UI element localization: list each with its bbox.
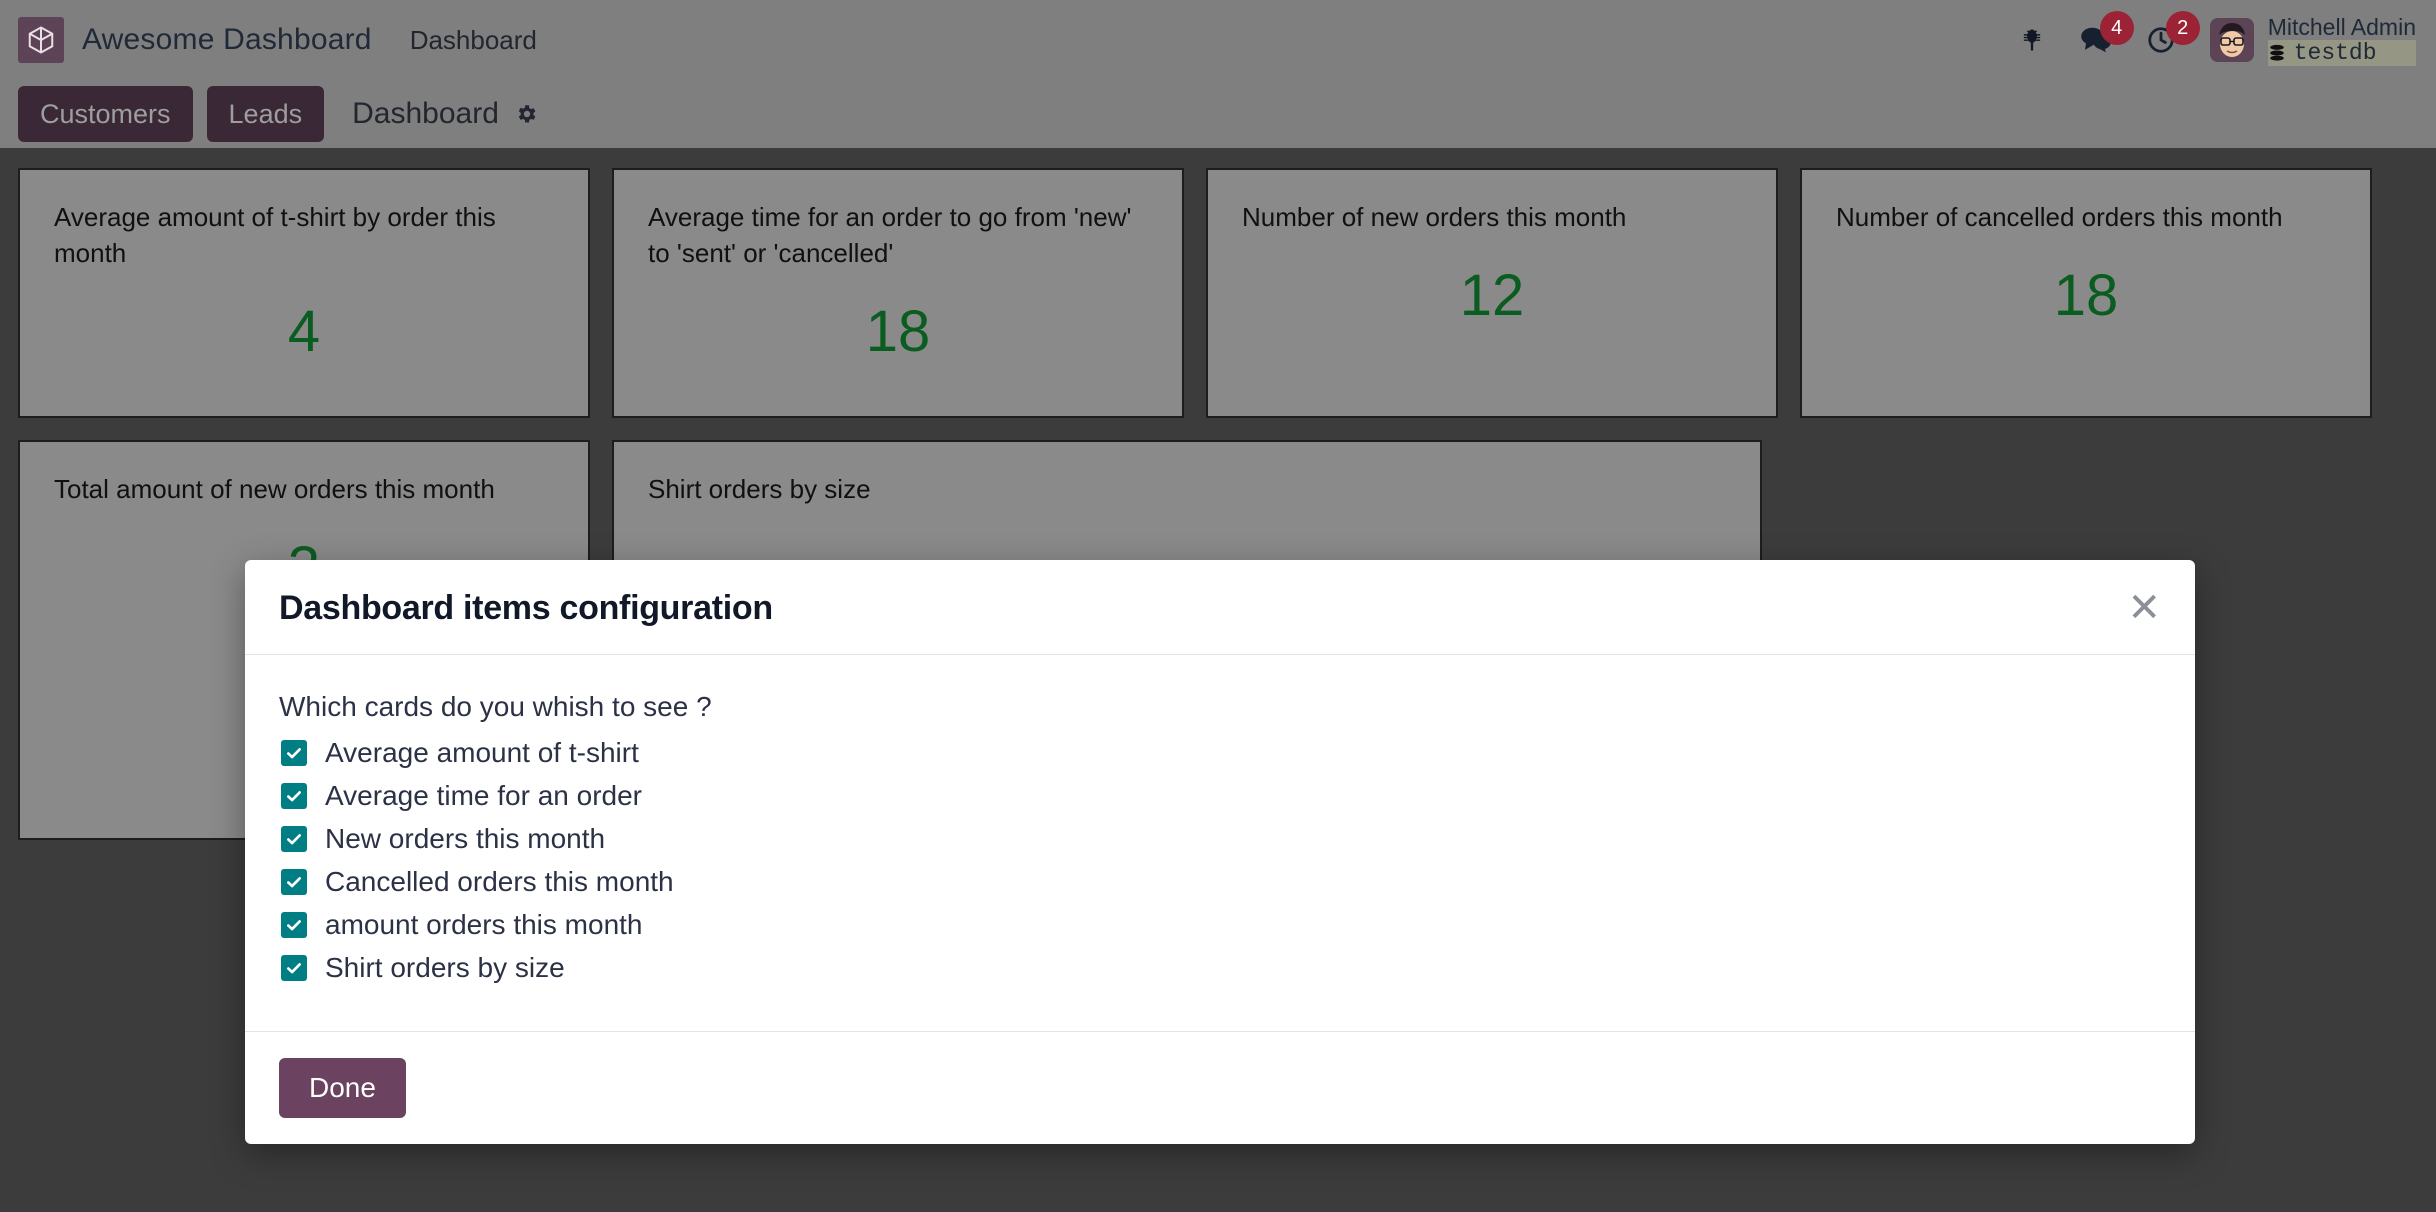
card-value: 4 bbox=[287, 298, 321, 364]
card-title: Average time for an order to go from 'ne… bbox=[648, 202, 1132, 268]
option-row[interactable]: Average time for an order bbox=[281, 780, 2161, 812]
dashboard-card[interactable]: Number of new orders this month 12 bbox=[1206, 168, 1778, 418]
modal-title: Dashboard items configuration bbox=[279, 588, 773, 627]
card-title: Average amount of t-shirt by order this … bbox=[54, 202, 496, 268]
option-row[interactable]: New orders this month bbox=[281, 823, 2161, 855]
activities-badge: 2 bbox=[2165, 11, 2200, 45]
option-label: Cancelled orders this month bbox=[325, 866, 674, 897]
dashboard-card[interactable]: Average time for an order to go from 'ne… bbox=[612, 168, 1184, 418]
card-value: 18 bbox=[865, 298, 931, 364]
checkbox-checked-icon[interactable] bbox=[281, 869, 307, 895]
card-title: Total amount of new orders this month bbox=[54, 474, 495, 504]
page-title: Dashboard bbox=[352, 97, 499, 130]
dashboard-items-configuration-dialog: Dashboard items configuration ✕ Which ca… bbox=[245, 560, 2195, 1144]
database-indicator: testdb bbox=[2267, 40, 2416, 67]
checkbox-checked-icon[interactable] bbox=[281, 955, 307, 981]
messages-badge: 4 bbox=[2099, 11, 2134, 45]
close-icon[interactable]: ✕ bbox=[2127, 588, 2161, 628]
user-menu[interactable]: Mitchell Admin testdb bbox=[2209, 13, 2416, 67]
database-name: testdb bbox=[2293, 40, 2377, 66]
option-label: Shirt orders by size bbox=[325, 952, 565, 983]
navbar-right-group: 4 2 Mitchell Admin testdb bbox=[2018, 11, 2416, 67]
checkbox-checked-icon[interactable] bbox=[281, 826, 307, 852]
control-panel: Customers Leads Dashboard bbox=[0, 80, 2436, 148]
modal-header: Dashboard items configuration ✕ bbox=[245, 560, 2195, 655]
option-label: Average amount of t-shirt bbox=[325, 737, 639, 768]
card-title: Number of new orders this month bbox=[1242, 202, 1627, 232]
messages-icon-button[interactable]: 4 bbox=[2080, 11, 2134, 55]
question-label: Which cards do you whish to see ? bbox=[279, 691, 712, 722]
user-info: Mitchell Admin testdb bbox=[2267, 13, 2416, 67]
dashboard-card[interactable]: Average amount of t-shirt by order this … bbox=[18, 168, 590, 418]
dashboard-card[interactable]: Number of cancelled orders this month 18 bbox=[1800, 168, 2372, 418]
top-navbar: Awesome Dashboard Dashboard 4 2 Mitchell… bbox=[0, 0, 2436, 80]
checkbox-checked-icon[interactable] bbox=[281, 912, 307, 938]
card-value: 18 bbox=[2053, 262, 2119, 328]
option-row[interactable]: amount orders this month bbox=[281, 909, 2161, 941]
bug-icon[interactable] bbox=[2018, 26, 2046, 54]
user-name: Mitchell Admin bbox=[2267, 13, 2416, 40]
avatar[interactable] bbox=[2209, 18, 2254, 62]
option-label: New orders this month bbox=[325, 823, 606, 854]
option-row[interactable]: Cancelled orders this month bbox=[281, 866, 2161, 898]
modal-body: Which cards do you whish to see ? Averag… bbox=[245, 655, 2195, 1031]
modal-footer: Done bbox=[245, 1031, 2195, 1144]
activities-icon-button[interactable]: 2 bbox=[2146, 11, 2200, 55]
card-title: Shirt orders by size bbox=[648, 474, 871, 504]
card-title: Number of cancelled orders this month bbox=[1836, 202, 2283, 232]
option-row[interactable]: Average amount of t-shirt bbox=[281, 737, 2161, 769]
customers-button[interactable]: Customers bbox=[18, 85, 193, 143]
nav-menu-dashboard[interactable]: Dashboard bbox=[410, 25, 537, 56]
card-value: 12 bbox=[1459, 262, 1525, 328]
done-button[interactable]: Done bbox=[279, 1058, 406, 1118]
database-icon bbox=[2269, 45, 2284, 61]
brand-name[interactable]: Awesome Dashboard bbox=[82, 23, 372, 57]
leads-button[interactable]: Leads bbox=[206, 85, 325, 143]
checkbox-checked-icon[interactable] bbox=[281, 783, 307, 809]
checkbox-checked-icon[interactable] bbox=[281, 740, 307, 766]
cube-box-icon[interactable] bbox=[18, 17, 64, 63]
option-label: Average time for an order bbox=[325, 780, 642, 811]
page-title-group: Dashboard bbox=[352, 97, 539, 131]
gear-icon[interactable] bbox=[515, 102, 539, 126]
option-row[interactable]: Shirt orders by size bbox=[281, 952, 2161, 984]
option-label: amount orders this month bbox=[325, 909, 643, 940]
